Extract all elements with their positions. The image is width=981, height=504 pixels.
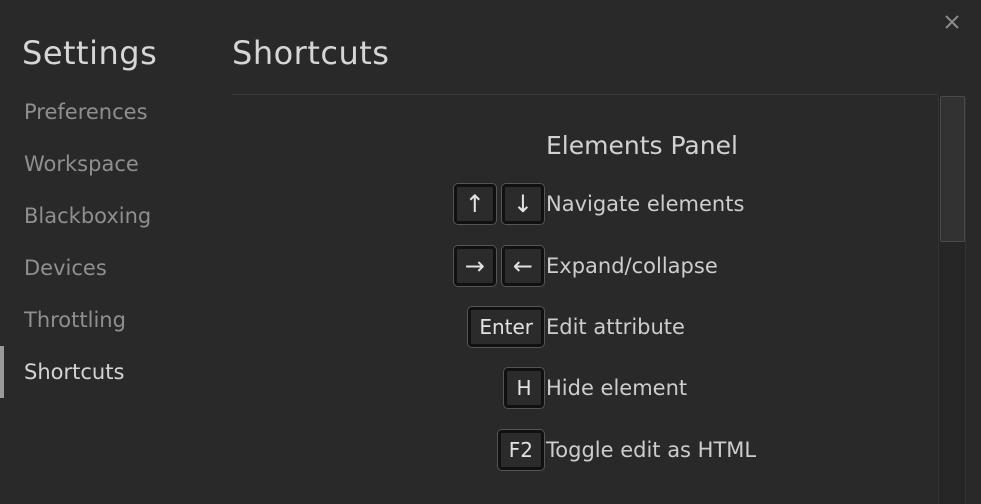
- shortcut-description: Navigate elements: [546, 192, 745, 216]
- key-cap: ←: [501, 246, 544, 286]
- settings-sidebar: Settings Preferences Workspace Blackboxi…: [0, 0, 232, 504]
- scrollbar-thumb[interactable]: [940, 96, 965, 242]
- key-cap: H: [504, 368, 544, 408]
- sidebar-item-devices[interactable]: Devices: [0, 242, 232, 294]
- sidebar-item-blackboxing[interactable]: Blackboxing: [0, 190, 232, 242]
- shortcut-row: Enter Edit attribute: [232, 305, 938, 349]
- shortcut-description: Expand/collapse: [546, 254, 718, 278]
- sidebar-item-workspace[interactable]: Workspace: [0, 138, 232, 190]
- close-button[interactable]: [940, 10, 964, 34]
- section-title: Elements Panel: [546, 131, 738, 160]
- sidebar-item-throttling[interactable]: Throttling: [0, 294, 232, 346]
- sidebar-title: Settings: [22, 34, 158, 72]
- sidebar-nav: Preferences Workspace Blackboxing Device…: [0, 86, 232, 398]
- shortcut-row: ↑ ↓ Navigate elements: [232, 182, 938, 226]
- key-cap: →: [453, 246, 496, 286]
- key-cap: ↓: [501, 184, 544, 224]
- key-cap: Enter: [468, 307, 544, 347]
- shortcuts-content: Elements Panel ↑ ↓ Navigate elements → ←…: [232, 95, 938, 504]
- key-cap: F2: [497, 430, 544, 470]
- settings-window: Settings Preferences Workspace Blackboxi…: [0, 0, 981, 504]
- sidebar-item-preferences[interactable]: Preferences: [0, 86, 232, 138]
- page-title: Shortcuts: [232, 34, 390, 72]
- scrollbar-track[interactable]: [938, 96, 966, 504]
- shortcut-keys: Enter: [468, 305, 544, 349]
- shortcut-keys: H: [504, 366, 544, 410]
- close-icon: [945, 15, 959, 29]
- shortcut-row: → ← Expand/collapse: [232, 244, 938, 288]
- shortcut-description: Toggle edit as HTML: [546, 438, 757, 462]
- shortcut-description: Edit attribute: [546, 315, 685, 339]
- shortcut-row: F2 Toggle edit as HTML: [232, 428, 938, 472]
- sidebar-item-shortcuts[interactable]: Shortcuts: [0, 346, 232, 398]
- shortcut-row: H Hide element: [232, 366, 938, 410]
- shortcut-keys: → ←: [453, 244, 544, 288]
- key-cap: ↑: [453, 184, 496, 224]
- shortcut-keys: F2: [497, 428, 544, 472]
- shortcut-keys: ↑ ↓: [453, 182, 544, 226]
- shortcut-description: Hide element: [546, 376, 688, 400]
